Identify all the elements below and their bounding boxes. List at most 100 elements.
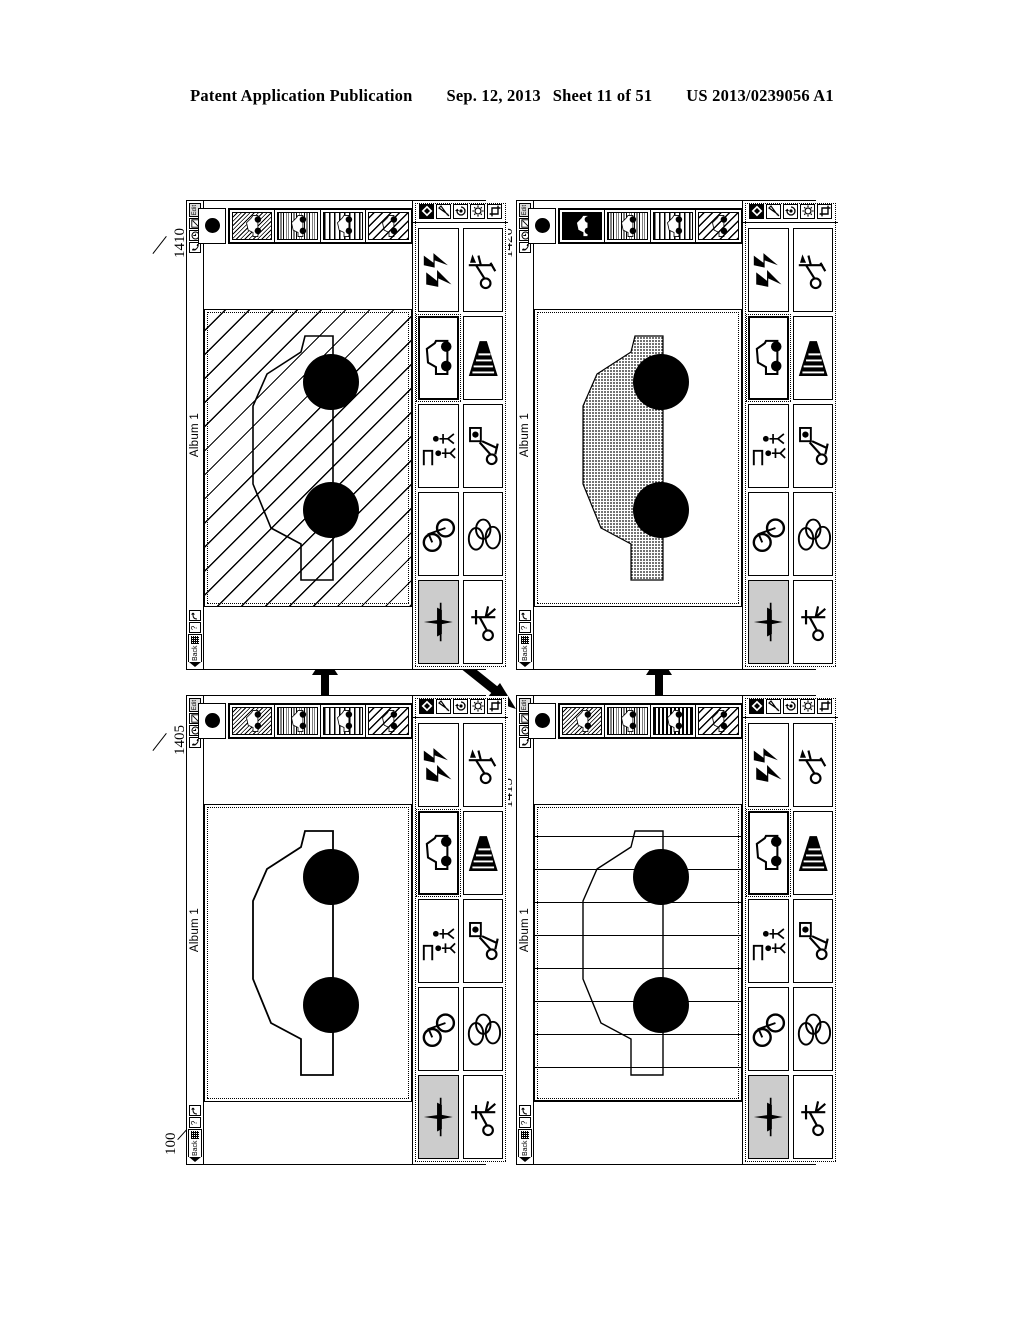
help-button[interactable]: ? xyxy=(189,1117,201,1129)
photo-canvas-142[interactable] xyxy=(204,804,412,1102)
filters-tool-icon[interactable] xyxy=(749,204,764,219)
crop-tool-icon[interactable] xyxy=(487,204,502,219)
thumbnail-cone-photo[interactable] xyxy=(792,811,833,895)
thumbnail-camera-person-photo[interactable] xyxy=(462,404,503,488)
thumbnail-camera-person-photo[interactable] xyxy=(792,404,833,488)
thumbnail-lightning-photo[interactable] xyxy=(418,228,459,312)
thumbnail-tray[interactable] xyxy=(742,696,838,1164)
filters-tool-icon[interactable] xyxy=(419,699,434,714)
filter-cell-1484[interactable] xyxy=(605,705,651,737)
thumbnail-car-photo[interactable] xyxy=(417,311,460,405)
device-panel-1405[interactable]: Back ? Album 1 Edit xyxy=(186,695,508,1165)
crop-tool-icon[interactable] xyxy=(487,699,502,714)
thumbnail-people-photo[interactable] xyxy=(418,404,459,488)
thumbnail-clouds-photo[interactable] xyxy=(462,987,503,1071)
thumbnail-bicycle-photo[interactable] xyxy=(748,492,789,576)
brush-tool-icon[interactable] xyxy=(436,699,451,714)
thumbnail-cone-photo[interactable] xyxy=(792,316,833,400)
thumbnail-cone-photo[interactable] xyxy=(462,316,503,400)
thumbnail-grid[interactable] xyxy=(743,718,838,1164)
thumbnail-car-photo[interactable] xyxy=(747,806,790,900)
exposure-tool-icon[interactable] xyxy=(470,204,485,219)
rotate-tool-icon[interactable] xyxy=(783,699,798,714)
thumbnail-person-flag-photo[interactable] xyxy=(792,228,833,312)
thumbnail-person-sign-photo[interactable] xyxy=(462,580,503,664)
photo-canvas-1420[interactable] xyxy=(534,309,742,607)
edit-tool-bar[interactable] xyxy=(413,696,508,718)
thumbnail-camera-person-photo[interactable] xyxy=(462,899,503,983)
thumbnail-people-photo[interactable] xyxy=(418,899,459,983)
thumbnail-car-photo[interactable] xyxy=(417,806,460,900)
thumbnail-lightning-photo[interactable] xyxy=(418,723,459,807)
filter-selector-knob[interactable] xyxy=(528,208,556,244)
exposure-tool-icon[interactable] xyxy=(800,204,815,219)
edit-tool-bar[interactable] xyxy=(413,201,508,223)
thumbnail-tray[interactable] xyxy=(742,201,838,669)
filter-cell-1484[interactable] xyxy=(605,210,651,242)
filter-cell-1483[interactable] xyxy=(320,705,367,737)
filter-cell-1483[interactable] xyxy=(320,210,367,242)
brush-tool-icon[interactable] xyxy=(766,204,781,219)
thumbnail-people-photo[interactable] xyxy=(748,404,789,488)
thumbnail-clouds-photo[interactable] xyxy=(462,492,503,576)
crop-tool-icon[interactable] xyxy=(817,204,832,219)
thumbnail-airplane-photo[interactable] xyxy=(748,580,789,664)
undo-arrow-icon[interactable] xyxy=(189,610,201,622)
filter-selector-knob[interactable] xyxy=(528,703,556,739)
help-button[interactable]: ? xyxy=(519,622,531,634)
thumbnail-airplane-photo[interactable] xyxy=(418,1075,459,1159)
thumbnail-bicycle-photo[interactable] xyxy=(418,492,459,576)
filter-cell-1483[interactable] xyxy=(650,210,697,242)
help-button[interactable]: ? xyxy=(189,622,201,634)
thumbnail-person-sign-photo[interactable] xyxy=(792,1075,833,1159)
filter-selector-knob-190[interactable] xyxy=(198,703,226,739)
back-button[interactable]: Back xyxy=(518,1129,532,1162)
filter-cell-1482[interactable] xyxy=(696,210,742,242)
thumbnail-bicycle-photo[interactable] xyxy=(418,987,459,1071)
thumbnail-clouds-photo[interactable] xyxy=(792,492,833,576)
edit-tool-bar[interactable] xyxy=(743,696,838,718)
filter-cell-1485[interactable] xyxy=(560,210,606,242)
thumbnail-person-sign-photo[interactable] xyxy=(462,1075,503,1159)
crop-tool-icon[interactable] xyxy=(817,699,832,714)
thumbnail-grid[interactable] xyxy=(413,223,508,669)
filter-cell-1484[interactable] xyxy=(275,210,321,242)
undo-arrow-icon[interactable] xyxy=(189,1105,201,1117)
thumbnail-camera-person-photo[interactable] xyxy=(792,899,833,983)
thumbnail-clouds-photo[interactable] xyxy=(792,987,833,1071)
thumbnail-grid[interactable] xyxy=(413,718,508,1164)
thumbnail-car-photo[interactable] xyxy=(747,311,790,405)
filters-tool-icon[interactable] xyxy=(419,204,434,219)
thumbnail-person-sign-photo[interactable] xyxy=(792,580,833,664)
thumbnail-tray[interactable] xyxy=(412,696,508,1164)
thumbnail-lightning-photo[interactable] xyxy=(748,723,789,807)
thumbnail-lightning-photo[interactable] xyxy=(748,228,789,312)
thumbnail-bicycle-photo[interactable] xyxy=(748,987,789,1071)
back-button[interactable]: Back xyxy=(188,634,202,667)
filter-cell-1482[interactable] xyxy=(366,705,412,737)
undo-arrow-icon[interactable] xyxy=(519,610,531,622)
filter-cell-1482[interactable] xyxy=(696,705,742,737)
photo-canvas-1415[interactable] xyxy=(534,804,742,1102)
device-panel-1410[interactable]: Back ? Album 1 Edit xyxy=(186,200,508,670)
rotate-tool-icon[interactable] xyxy=(783,204,798,219)
brush-tool-icon[interactable] xyxy=(766,699,781,714)
thumbnail-people-photo[interactable] xyxy=(748,899,789,983)
filters-tool-icon[interactable] xyxy=(749,699,764,714)
device-panel-1415[interactable]: Back ? Album 1 Edit xyxy=(516,695,838,1165)
thumbnail-person-flag-photo[interactable] xyxy=(462,228,503,312)
filter-cell-1483[interactable] xyxy=(650,705,697,737)
back-button[interactable]: Back xyxy=(188,1129,202,1162)
thumbnail-airplane-photo[interactable] xyxy=(418,580,459,664)
filter-cell-1485[interactable] xyxy=(230,210,276,242)
help-button[interactable]: ? xyxy=(519,1117,531,1129)
photo-canvas-1410[interactable] xyxy=(204,309,412,607)
thumbnail-person-flag-photo[interactable] xyxy=(462,723,503,807)
rotate-tool-icon[interactable] xyxy=(453,204,468,219)
filter-cell-1485[interactable] xyxy=(230,705,276,737)
filter-selector-knob-190[interactable] xyxy=(198,208,226,244)
brush-tool-icon[interactable] xyxy=(436,204,451,219)
back-button[interactable]: Back xyxy=(518,634,532,667)
filter-cell-1484[interactable] xyxy=(275,705,321,737)
device-panel-1420[interactable]: Back ? Album 1 Edit xyxy=(516,200,838,670)
